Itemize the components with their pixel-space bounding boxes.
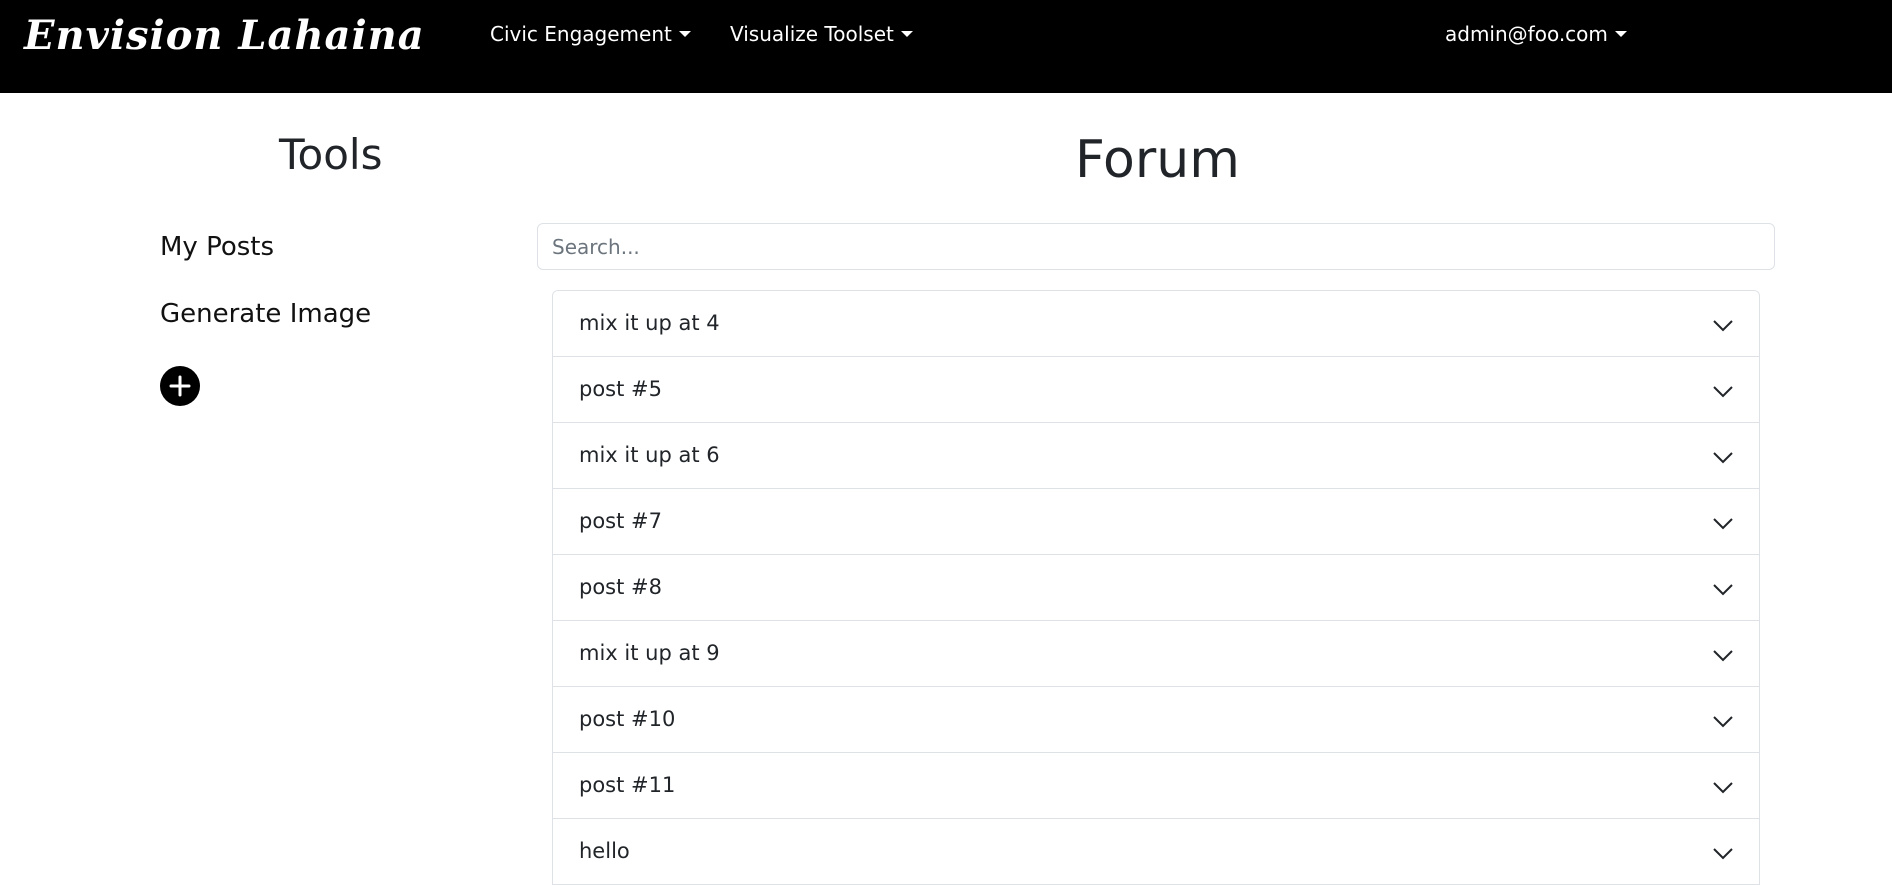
user-email: admin@foo.com bbox=[1445, 22, 1608, 46]
chevron-down-icon bbox=[1713, 452, 1733, 464]
chevron-down-icon bbox=[1713, 386, 1733, 398]
tools-heading: Tools bbox=[279, 130, 383, 179]
posts-accordion: mix it up at 4 post #5 mix it up at 6 po… bbox=[552, 290, 1760, 885]
post-item[interactable]: post #8 bbox=[553, 555, 1759, 621]
post-item[interactable]: mix it up at 9 bbox=[553, 621, 1759, 687]
chevron-down-icon bbox=[1713, 848, 1733, 860]
post-item[interactable]: post #10 bbox=[553, 687, 1759, 753]
add-post-button[interactable] bbox=[160, 366, 200, 406]
chevron-down-icon bbox=[1713, 782, 1733, 794]
civic-engagement-dropdown[interactable]: Civic Engagement bbox=[490, 22, 691, 46]
post-title: post #8 bbox=[579, 575, 662, 599]
post-title: mix it up at 9 bbox=[579, 641, 720, 665]
chevron-down-icon bbox=[1713, 650, 1733, 662]
caret-down-icon bbox=[900, 31, 913, 37]
post-title: post #11 bbox=[579, 773, 676, 797]
civic-engagement-label: Civic Engagement bbox=[490, 22, 672, 46]
chevron-down-icon bbox=[1713, 320, 1733, 332]
brand-logo[interactable]: Envision Lahaina bbox=[24, 12, 425, 59]
post-item[interactable]: mix it up at 4 bbox=[553, 291, 1759, 357]
chevron-down-icon bbox=[1713, 716, 1733, 728]
sidebar-item-my-posts[interactable]: My Posts bbox=[160, 232, 274, 262]
user-menu-dropdown[interactable]: admin@foo.com bbox=[1445, 22, 1627, 46]
post-title: mix it up at 6 bbox=[579, 443, 720, 467]
page-title: Forum bbox=[1075, 130, 1240, 190]
chevron-down-icon bbox=[1713, 518, 1733, 530]
post-item[interactable]: post #7 bbox=[553, 489, 1759, 555]
post-title: post #10 bbox=[579, 707, 676, 731]
post-item[interactable]: hello bbox=[553, 819, 1759, 885]
post-title: mix it up at 4 bbox=[579, 311, 720, 335]
visualize-toolset-label: Visualize Toolset bbox=[730, 22, 894, 46]
post-title: post #5 bbox=[579, 377, 662, 401]
navbar: Envision Lahaina Civic Engagement Visual… bbox=[0, 0, 1892, 93]
search-input[interactable] bbox=[537, 223, 1775, 270]
visualize-toolset-dropdown[interactable]: Visualize Toolset bbox=[730, 22, 913, 46]
post-title: hello bbox=[579, 839, 630, 863]
plus-circle-icon bbox=[169, 375, 191, 397]
caret-down-icon bbox=[1614, 31, 1627, 37]
post-title: post #7 bbox=[579, 509, 662, 533]
post-item[interactable]: post #11 bbox=[553, 753, 1759, 819]
post-item[interactable]: mix it up at 6 bbox=[553, 423, 1759, 489]
chevron-down-icon bbox=[1713, 584, 1733, 596]
caret-down-icon bbox=[678, 31, 691, 37]
sidebar-item-generate-image[interactable]: Generate Image bbox=[160, 299, 371, 329]
post-item[interactable]: post #5 bbox=[553, 357, 1759, 423]
